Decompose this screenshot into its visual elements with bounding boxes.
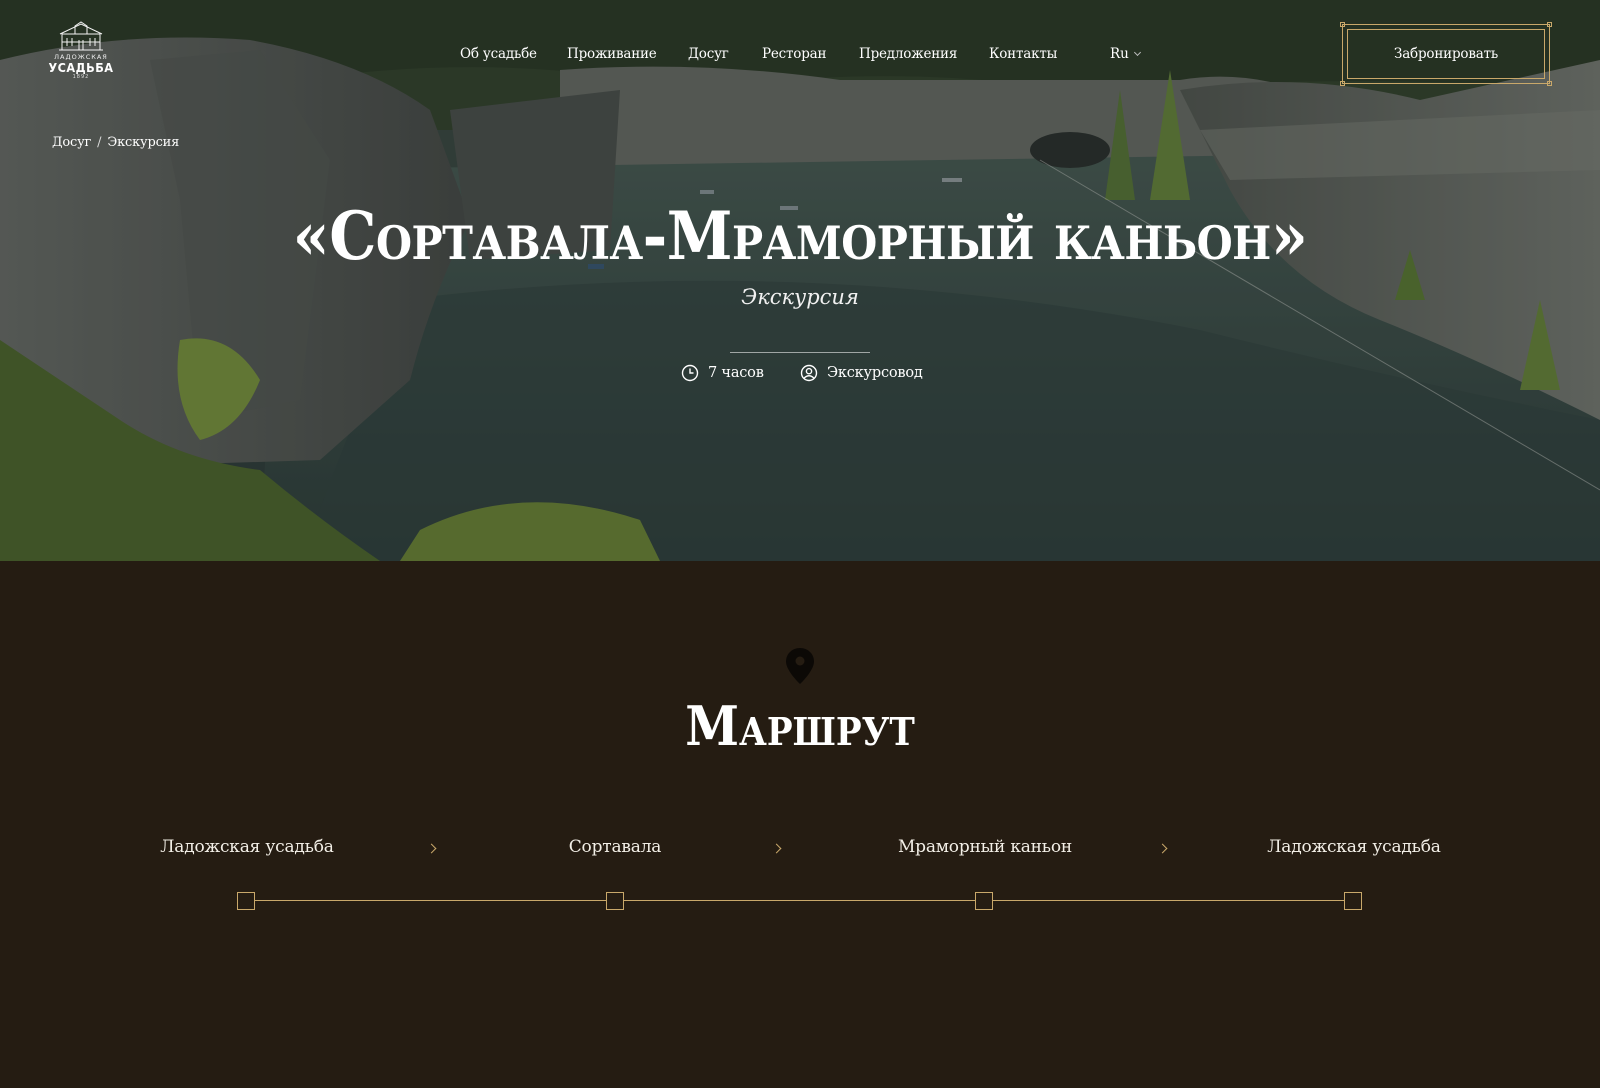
breadcrumb-item-current: Экскурсия bbox=[107, 135, 180, 150]
breadcrumb-separator: / bbox=[97, 135, 102, 150]
book-button-label: Забронировать bbox=[1394, 46, 1498, 62]
route-stop-3: Мраморный каньон bbox=[897, 837, 1073, 857]
nav-item-contacts[interactable]: Контакты bbox=[989, 44, 1057, 64]
nav-item-accommodation[interactable]: Проживание bbox=[567, 44, 657, 64]
guide-info: Экскурсовод bbox=[800, 364, 923, 382]
language-label: Ru bbox=[1110, 46, 1129, 62]
chevron-right-icon bbox=[771, 843, 782, 854]
route-node-4 bbox=[1344, 892, 1362, 910]
nav-item-leisure[interactable]: Досуг bbox=[688, 44, 729, 64]
duration-text: 7 часов bbox=[708, 365, 764, 381]
book-button[interactable]: Забронировать bbox=[1340, 22, 1552, 86]
nav-item-restaurant[interactable]: Ресторан bbox=[762, 44, 827, 64]
nav-item-about[interactable]: Об усадьбе bbox=[460, 44, 537, 64]
user-circle-icon bbox=[800, 364, 818, 382]
route-stop-1: Ладожская усадьба bbox=[160, 837, 334, 857]
chevron-right-icon bbox=[426, 843, 437, 854]
language-selector[interactable]: Ru bbox=[1110, 44, 1141, 64]
hero-section: ЛАДОЖСКАЯ УСАДЬБА 1892 Об усадьбе Прожив… bbox=[0, 0, 1600, 561]
chevron-down-icon bbox=[1133, 48, 1141, 57]
breadcrumb: Досуг / Экскурсия bbox=[52, 135, 179, 150]
route-stop-2: Сортавала bbox=[568, 837, 662, 857]
route-stop-4: Ладожская усадьба bbox=[1267, 837, 1441, 857]
breadcrumb-item-leisure[interactable]: Досуг bbox=[52, 135, 91, 150]
route-node-2 bbox=[606, 892, 624, 910]
route-node-3 bbox=[975, 892, 993, 910]
title-divider bbox=[730, 352, 870, 353]
page-title: «Сортавала-Мраморный каньон» bbox=[292, 197, 1308, 275]
excursion-meta: 7 часов Экскурсовод bbox=[0, 364, 1600, 388]
chevron-right-icon bbox=[1157, 843, 1168, 854]
route-title: Маршрут bbox=[685, 694, 915, 758]
route-line bbox=[255, 900, 1354, 901]
page-subtitle: Экскурсия bbox=[741, 285, 859, 309]
route-section: Маршрут Ладожская усадьба Сортавала Мрам… bbox=[0, 561, 1600, 1088]
nav-item-offers[interactable]: Предложения bbox=[859, 44, 957, 64]
clock-icon bbox=[681, 364, 699, 382]
route-node-1 bbox=[237, 892, 255, 910]
hero-overlay bbox=[0, 0, 1600, 561]
duration-info: 7 часов bbox=[681, 364, 764, 382]
map-pin-icon bbox=[786, 648, 814, 684]
guide-text: Экскурсовод bbox=[827, 365, 923, 381]
